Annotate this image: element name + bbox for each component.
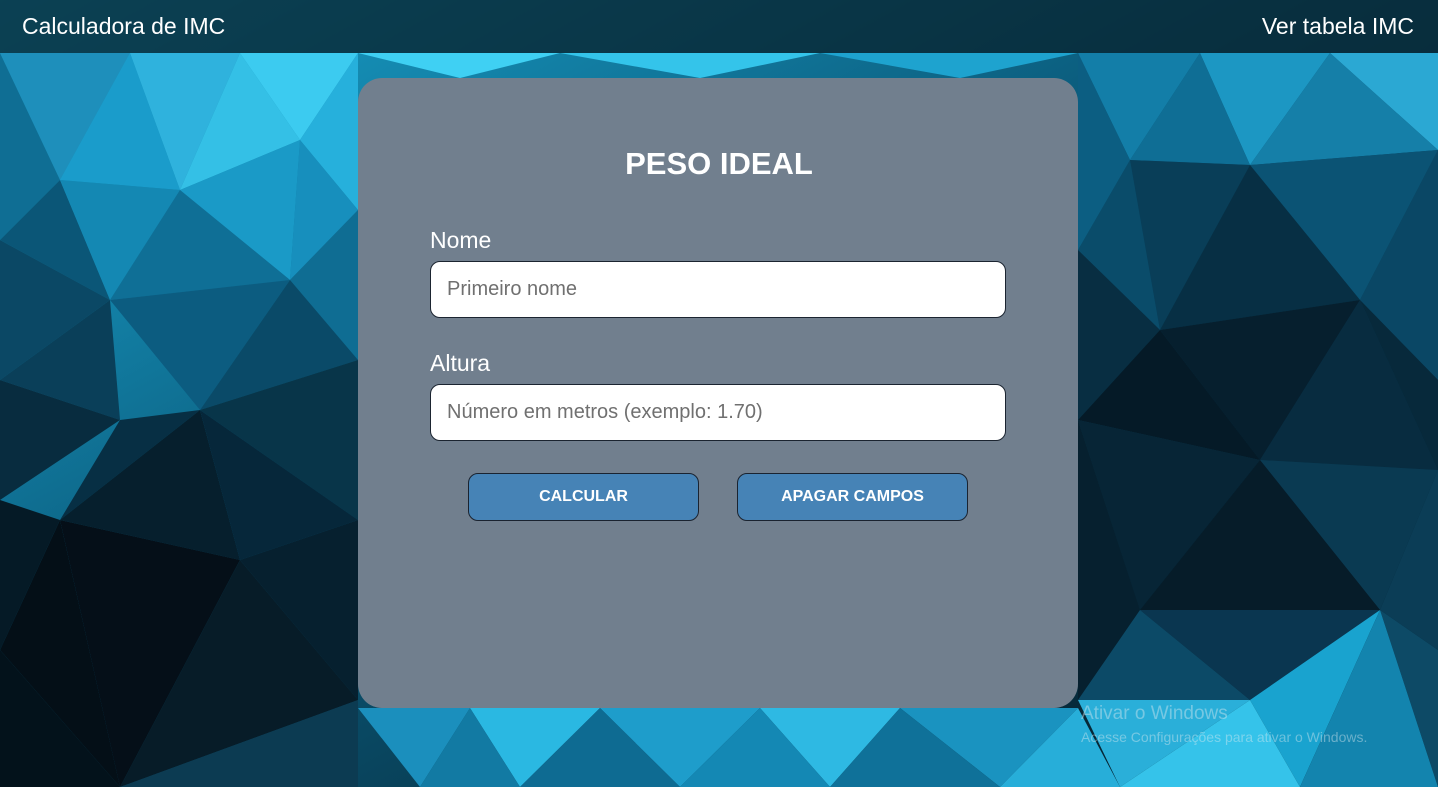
windows-activation-watermark-title: Ativar o Windows — [1081, 703, 1228, 724]
height-label: Altura — [430, 350, 491, 376]
calculate-button[interactable]: CALCULAR — [468, 473, 699, 521]
form-title: PESO IDEAL — [625, 146, 813, 181]
clear-fields-button[interactable]: APAGAR CAMPOS — [737, 473, 968, 521]
name-input[interactable] — [430, 261, 1006, 318]
page: Calculadora de IMC Ver tabela IMC PESO I… — [0, 0, 1438, 787]
height-input[interactable] — [430, 384, 1006, 441]
view-imc-table-link[interactable]: Ver tabela IMC — [1262, 12, 1414, 40]
top-navbar: Calculadora de IMC Ver tabela IMC — [0, 0, 1438, 53]
app-title: Calculadora de IMC — [22, 13, 226, 39]
windows-activation-watermark-subtitle: Acesse Configurações para ativar o Windo… — [1081, 729, 1368, 745]
name-label: Nome — [430, 227, 492, 253]
